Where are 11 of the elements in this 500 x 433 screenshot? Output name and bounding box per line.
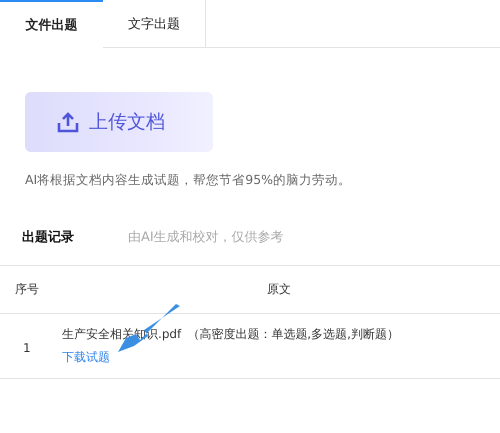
section-title: 出题记录: [22, 229, 75, 246]
upload-button[interactable]: 上传文档: [25, 92, 213, 152]
upload-icon: [57, 111, 79, 133]
section-subtitle: 由AI生成和校对，仅供参考: [128, 229, 284, 246]
download-link[interactable]: 下载试题: [62, 349, 110, 366]
column-header: 序号: [15, 281, 40, 298]
tab[interactable]: 文字出题: [103, 0, 206, 48]
column-header: 原文: [267, 281, 291, 298]
table-cell-text: 1: [22, 341, 32, 355]
description-text: AI将根据文档内容生成试题，帮您节省95%的脑力劳动。: [25, 172, 352, 189]
mode-text: （高密度出题：单选题,多选题,判断题）: [187, 327, 399, 341]
